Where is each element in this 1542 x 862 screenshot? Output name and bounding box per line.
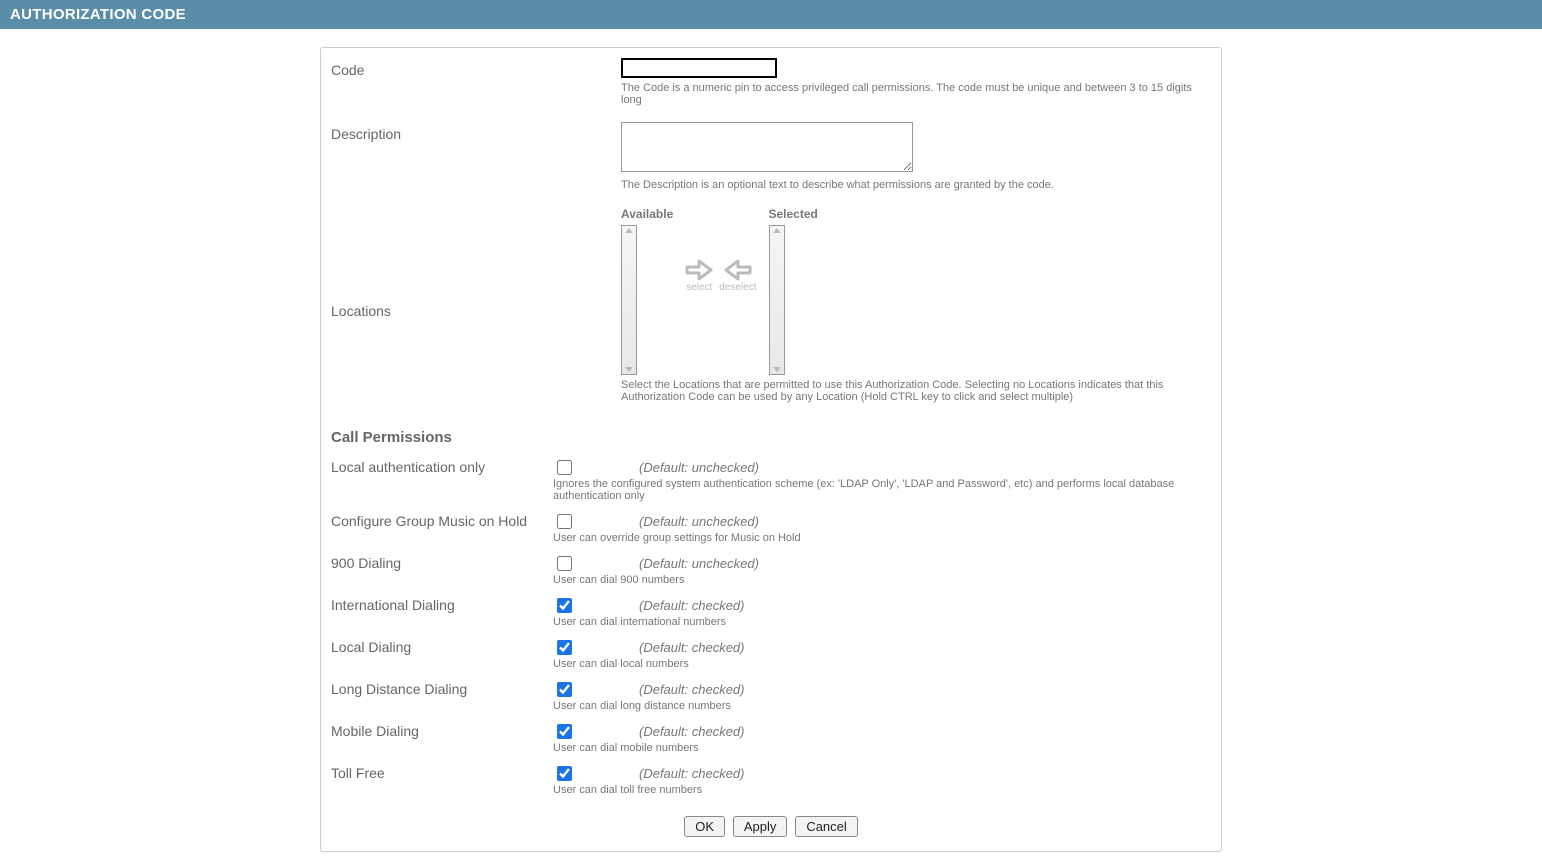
permission-checkbox[interactable] <box>557 514 572 529</box>
permission-help: Ignores the configured system authentica… <box>553 478 1211 502</box>
permission-help: User can dial long distance numbers <box>553 700 1211 712</box>
available-listbox[interactable] <box>621 225 637 375</box>
arrow-left-icon <box>724 259 752 281</box>
permission-checkbox[interactable] <box>557 640 572 655</box>
permission-checkbox[interactable] <box>557 460 572 475</box>
locations-dual-list: Available select <box>621 207 1211 375</box>
code-row: Code The Code is a numeric pin to access… <box>331 58 1211 118</box>
permission-label: International Dialing <box>331 597 553 613</box>
locations-label: Locations <box>331 303 621 319</box>
cancel-button[interactable]: Cancel <box>795 816 857 837</box>
code-help: The Code is a numeric pin to access priv… <box>621 82 1211 106</box>
description-label: Description <box>331 122 621 142</box>
deselect-button[interactable]: deselect <box>719 259 756 293</box>
permission-row: Toll Free (Default: checked) <box>331 760 1211 786</box>
available-label: Available <box>621 207 673 221</box>
select-button[interactable]: select <box>685 259 713 293</box>
page-title: AUTHORIZATION CODE <box>10 6 186 23</box>
authorization-code-panel: Code The Code is a numeric pin to access… <box>320 47 1222 852</box>
permission-label: Long Distance Dialing <box>331 681 553 697</box>
permission-label: Toll Free <box>331 765 553 781</box>
deselect-label: deselect <box>719 282 756 293</box>
permission-default: (Default: checked) <box>639 598 745 613</box>
permission-default: (Default: checked) <box>639 682 745 697</box>
permission-help: User can dial mobile numbers <box>553 742 1211 754</box>
permission-label: Local authentication only <box>331 459 553 475</box>
scroll-down-icon <box>625 367 633 372</box>
permission-row: Local authentication only (Default: unche… <box>331 454 1211 480</box>
ok-button[interactable]: OK <box>684 816 725 837</box>
description-help: The Description is an optional text to d… <box>621 179 1211 191</box>
permission-row: 900 Dialing (Default: unchecked) <box>331 550 1211 576</box>
selected-label: Selected <box>769 207 818 221</box>
permission-default: (Default: unchecked) <box>639 460 759 475</box>
description-input[interactable] <box>621 122 913 172</box>
permission-checkbox[interactable] <box>557 598 572 613</box>
code-input[interactable] <box>621 58 777 78</box>
permission-checkbox[interactable] <box>557 682 572 697</box>
permission-row: International Dialing (Default: checked) <box>331 592 1211 618</box>
button-row: OK Apply Cancel <box>331 816 1211 837</box>
permission-help: User can override group settings for Mus… <box>553 532 1211 544</box>
code-label: Code <box>331 58 621 78</box>
select-label: select <box>686 282 712 293</box>
permission-label: 900 Dialing <box>331 555 553 571</box>
arrow-right-icon <box>685 259 713 281</box>
permission-checkbox[interactable] <box>557 724 572 739</box>
permission-label: Local Dialing <box>331 639 553 655</box>
permission-help: User can dial international numbers <box>553 616 1211 628</box>
permission-help: User can dial local numbers <box>553 658 1211 670</box>
scroll-up-icon <box>773 228 781 233</box>
permissions-list: Local authentication only (Default: unche… <box>331 454 1211 796</box>
scroll-up-icon <box>625 228 633 233</box>
permission-row: Mobile Dialing (Default: checked) <box>331 718 1211 744</box>
permission-label: Mobile Dialing <box>331 723 553 739</box>
permission-default: (Default: checked) <box>639 640 745 655</box>
selected-listbox[interactable] <box>769 225 785 375</box>
call-permissions-title: Call Permissions <box>331 429 1211 446</box>
permission-row: Configure Group Music on Hold (Default: u… <box>331 508 1211 534</box>
page-header: AUTHORIZATION CODE <box>0 0 1542 29</box>
permission-help: User can dial 900 numbers <box>553 574 1211 586</box>
permission-checkbox[interactable] <box>557 556 572 571</box>
permission-default: (Default: unchecked) <box>639 556 759 571</box>
permission-default: (Default: checked) <box>639 766 745 781</box>
locations-help: Select the Locations that are permitted … <box>621 379 1211 403</box>
permission-default: (Default: unchecked) <box>639 514 759 529</box>
apply-button[interactable]: Apply <box>733 816 788 837</box>
permission-row: Long Distance Dialing (Default: checked) <box>331 676 1211 702</box>
scroll-down-icon <box>773 367 781 372</box>
locations-row: Locations Available select <box>331 207 1211 415</box>
permission-checkbox[interactable] <box>557 766 572 781</box>
permission-label: Configure Group Music on Hold <box>331 513 553 529</box>
permission-help: User can dial toll free numbers <box>553 784 1211 796</box>
permission-row: Local Dialing (Default: checked) <box>331 634 1211 660</box>
permission-default: (Default: checked) <box>639 724 745 739</box>
description-row: Description The Description is an option… <box>331 122 1211 203</box>
